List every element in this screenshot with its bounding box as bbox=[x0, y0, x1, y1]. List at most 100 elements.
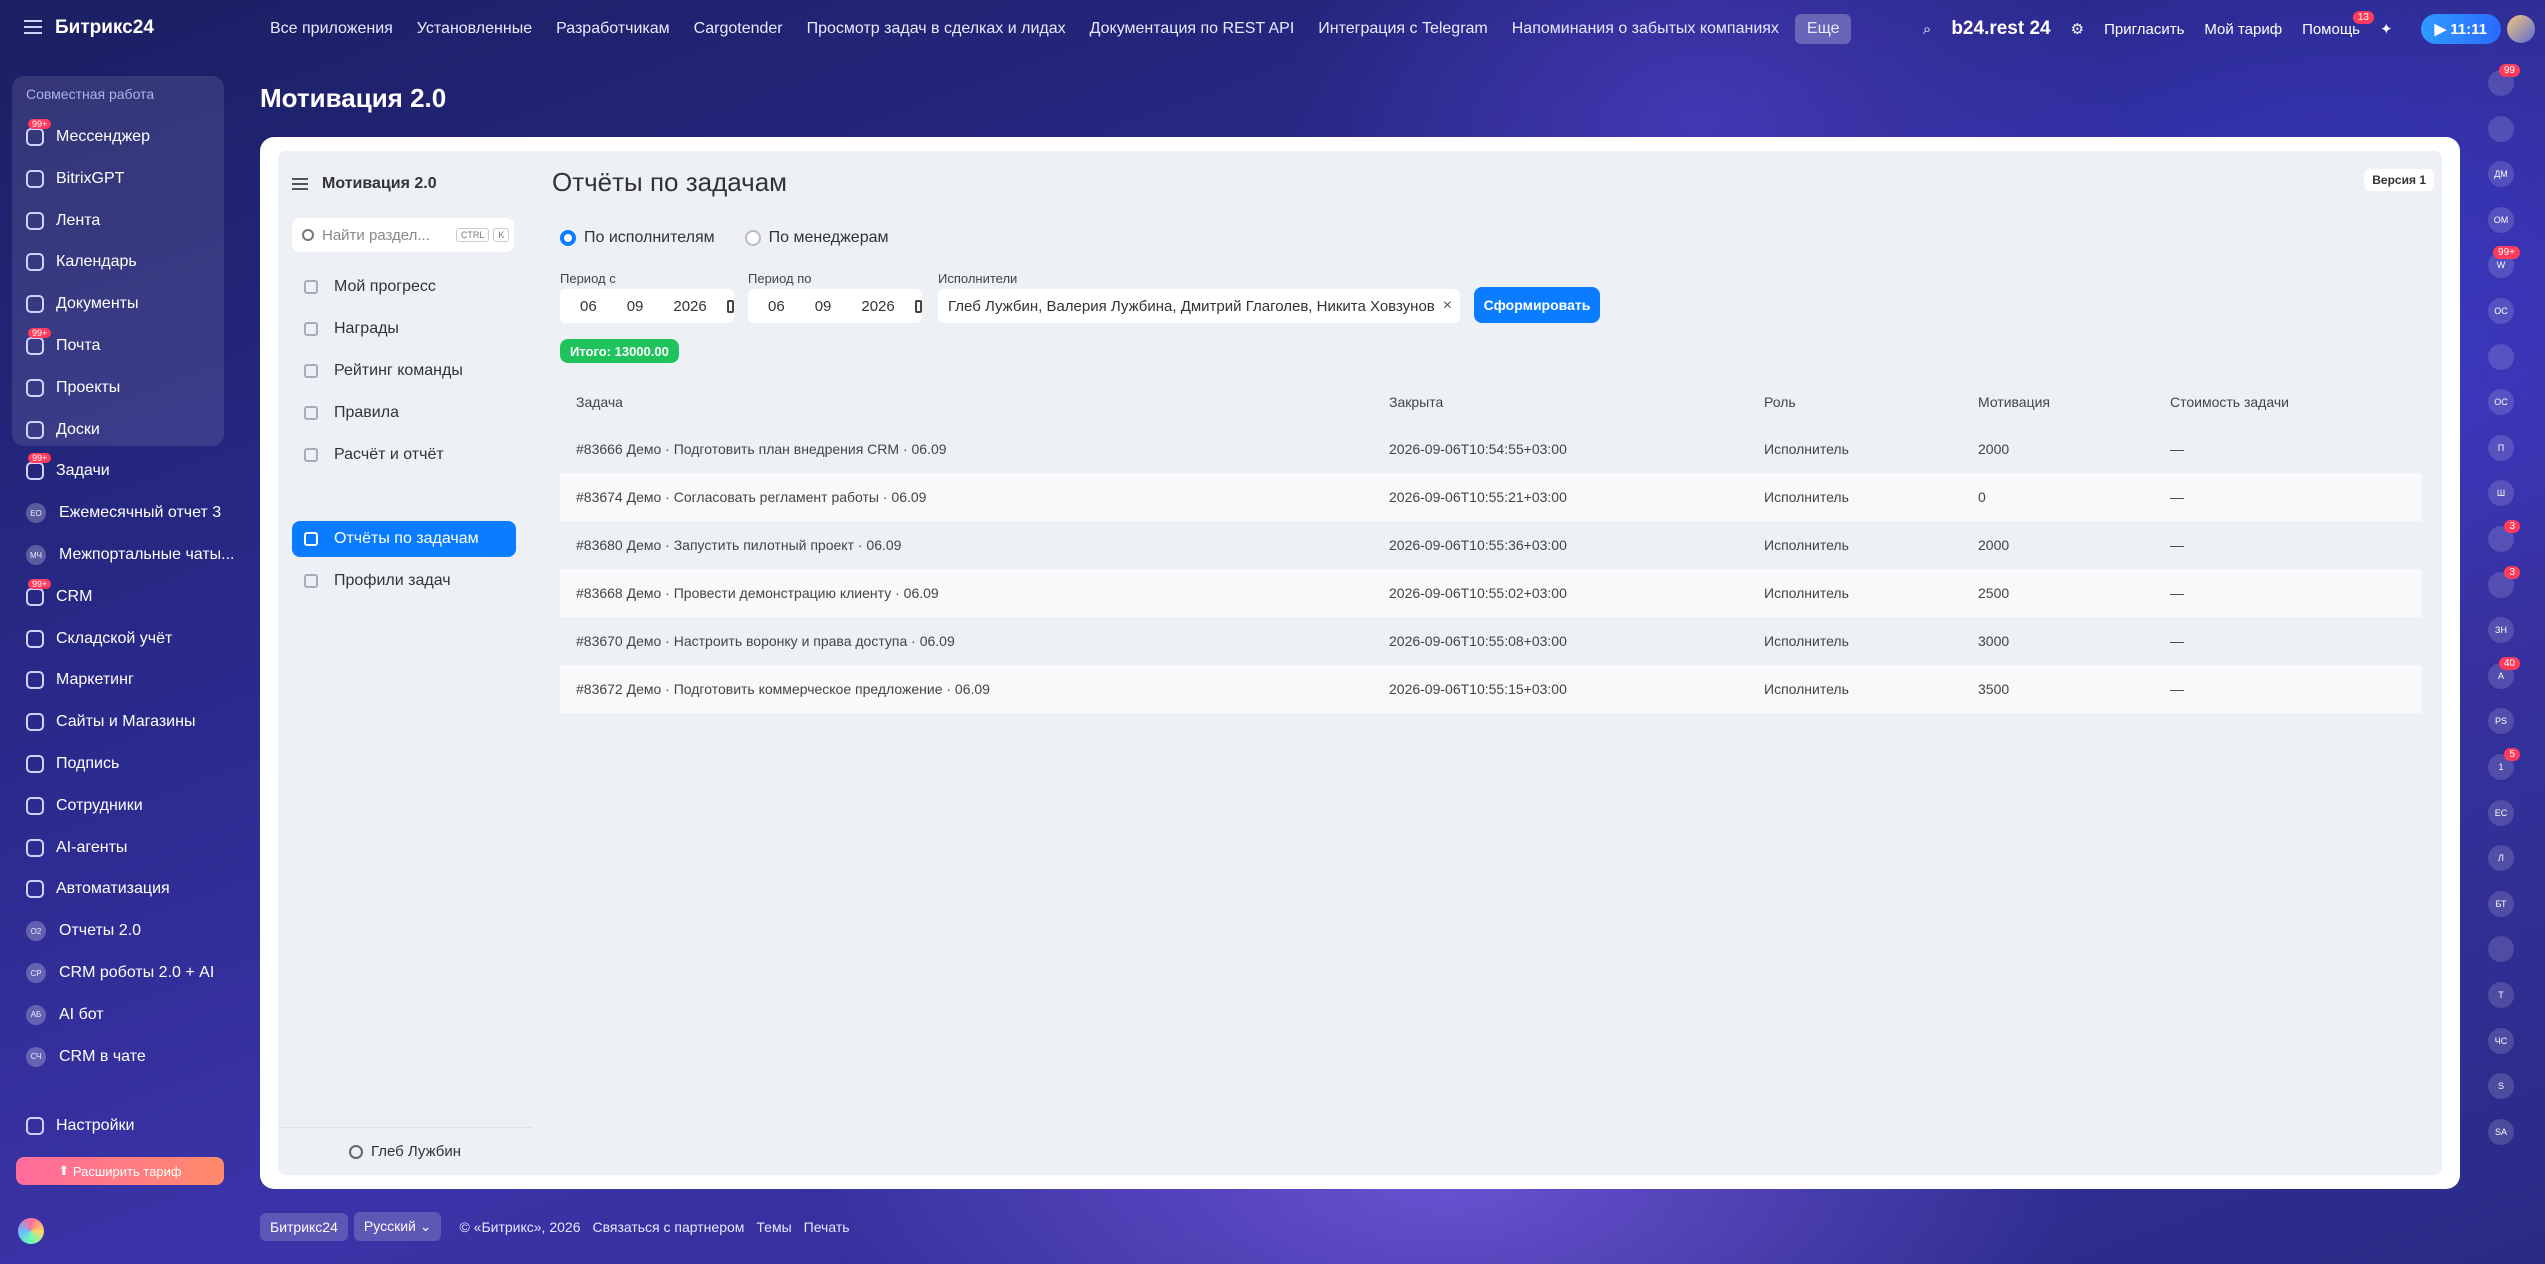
sidebar-item[interactable]: Документы bbox=[26, 290, 138, 318]
rail-avatar[interactable]: PS bbox=[2488, 708, 2514, 735]
generate-button[interactable]: Сформировать bbox=[1474, 287, 1600, 323]
topnav-item[interactable]: Интеграция с Telegram bbox=[1306, 14, 1499, 44]
col-cost[interactable]: Стоимость задачи bbox=[2170, 387, 2289, 417]
print-link[interactable]: Печать bbox=[804, 1219, 850, 1235]
rail-avatar[interactable]: Т bbox=[2488, 982, 2514, 1008]
rail-avatar[interactable]: 3 bbox=[2488, 520, 2520, 552]
task-cell[interactable]: #83674 Демо · Согласовать регламент рабо… bbox=[576, 473, 926, 521]
rail-avatar[interactable]: П bbox=[2488, 434, 2514, 461]
rail-avatar[interactable]: Ш bbox=[2488, 480, 2514, 507]
sidebar-item[interactable]: Складской учёт bbox=[26, 625, 172, 653]
rail-avatar[interactable]: ДМ bbox=[2488, 161, 2514, 188]
topnav-item[interactable]: Установленные bbox=[405, 14, 544, 44]
rail-avatar[interactable] bbox=[2488, 343, 2514, 370]
partner-link[interactable]: Связаться с партнером bbox=[592, 1219, 744, 1235]
footer-brand-button[interactable]: Битрикс24 bbox=[260, 1212, 348, 1241]
rail-avatar[interactable]: 15 bbox=[2488, 748, 2520, 780]
task-cell[interactable]: #83680 Демо · Запустить пилотный проект … bbox=[576, 521, 901, 569]
portal-name[interactable]: b24.rest 24 bbox=[1951, 18, 2050, 40]
sidebar-item[interactable]: Маркетинг bbox=[26, 666, 134, 694]
radio-managers[interactable]: По менеджерам bbox=[744, 229, 888, 247]
search-icon[interactable]: ⌕ bbox=[1923, 21, 1931, 38]
sidebar-item[interactable]: Автоматизация bbox=[26, 875, 170, 903]
sidebar-item[interactable]: 99+ Почта bbox=[26, 328, 100, 360]
rail-avatar[interactable]: ОС bbox=[2488, 298, 2514, 324]
rail-avatar[interactable]: БТ bbox=[2488, 890, 2514, 917]
workday-clock[interactable]: ▶ 11:11 bbox=[2420, 14, 2501, 44]
invite-button[interactable]: Пригласить bbox=[2104, 21, 2184, 38]
topnav-item[interactable]: Просмотр задач в сделках и лидах bbox=[795, 14, 1078, 44]
rail-avatar[interactable] bbox=[2488, 936, 2514, 963]
table-row[interactable]: #83680 Демо · Запустить пилотный проект … bbox=[560, 521, 2422, 569]
user-avatar[interactable] bbox=[2507, 15, 2535, 43]
rail-avatar[interactable] bbox=[2488, 115, 2514, 142]
settings-icon[interactable]: ⚙ bbox=[2071, 20, 2084, 38]
sidebar-item[interactable]: МЧ Межпортальные чаты... bbox=[26, 541, 234, 569]
col-task[interactable]: Задача bbox=[576, 387, 623, 417]
sidebar-item[interactable]: 99+ CRM bbox=[26, 578, 92, 611]
sidebar-item[interactable]: Подпись bbox=[26, 750, 119, 778]
sidebar-item[interactable]: Календарь bbox=[26, 248, 137, 276]
sidebar-item[interactable]: Сайты и Магазины bbox=[26, 708, 195, 736]
col-closed[interactable]: Закрыта bbox=[1389, 387, 1443, 417]
sidebar-item[interactable]: СЧ CRM в чате bbox=[26, 1043, 146, 1071]
clear-icon[interactable]: × bbox=[1443, 297, 1452, 315]
help-button[interactable]: Помощь 13 bbox=[2302, 10, 2374, 38]
sidebar-item[interactable]: ЕО Ежемесячный отчет 3 bbox=[26, 499, 221, 527]
table-row[interactable]: #83672 Демо · Подготовить коммерческое п… bbox=[560, 665, 2422, 713]
rail-avatar[interactable]: ОС bbox=[2488, 389, 2514, 416]
topnav-item[interactable]: Все приложения bbox=[258, 14, 405, 44]
task-cell[interactable]: #83670 Демо · Настроить воронку и права … bbox=[576, 617, 955, 665]
sidebar-item[interactable]: AI-агенты bbox=[26, 834, 127, 862]
rail-avatar[interactable]: Л bbox=[2488, 845, 2514, 872]
language-select[interactable]: Русский ⌄ bbox=[353, 1212, 442, 1241]
sidebar-item-settings[interactable]: Настройки bbox=[26, 1112, 134, 1140]
sidebar-item[interactable]: BitrixGPT bbox=[26, 165, 124, 193]
rail-avatar[interactable]: ОМ bbox=[2488, 206, 2514, 233]
rail-avatar[interactable]: SA bbox=[2488, 1118, 2514, 1145]
sidebar-item[interactable]: 99+ Задачи bbox=[26, 453, 110, 485]
topnav-item[interactable]: Cargotender bbox=[682, 14, 795, 44]
section-search-input[interactable]: Найти раздел... CTRL K bbox=[292, 218, 514, 252]
app-nav-item[interactable]: Мой прогресс bbox=[292, 269, 516, 305]
menu-icon[interactable] bbox=[24, 20, 42, 34]
rail-avatar[interactable]: ЗН bbox=[2488, 617, 2514, 644]
sidebar-item[interactable]: Доски bbox=[26, 416, 100, 444]
task-cell[interactable]: #83666 Демо · Подготовить план внедрения… bbox=[576, 425, 947, 473]
rail-avatar[interactable]: 3 bbox=[2488, 565, 2520, 598]
topnav-item[interactable]: Напоминания о забытых компаниях bbox=[1500, 14, 1791, 44]
rail-avatar[interactable]: А 40 bbox=[2488, 656, 2520, 689]
app-nav-item[interactable]: Награды bbox=[292, 311, 516, 347]
calendar-icon[interactable] bbox=[726, 299, 734, 313]
sidebar-item[interactable]: Сотрудники bbox=[26, 792, 143, 820]
app-nav-item[interactable]: Отчёты по задачам bbox=[292, 521, 516, 557]
table-row[interactable]: #83668 Демо · Провести демонстрацию клие… bbox=[560, 569, 2422, 617]
task-cell[interactable]: #83668 Демо · Провести демонстрацию клие… bbox=[576, 569, 939, 617]
app-nav-item[interactable]: Расчёт и отчёт bbox=[292, 437, 516, 473]
app-nav-item[interactable]: Рейтинг команды bbox=[292, 353, 516, 389]
sidebar-item[interactable]: Проекты bbox=[26, 374, 120, 402]
rail-avatar[interactable]: ЧС bbox=[2488, 1027, 2514, 1054]
topnav-item[interactable]: Документация по REST API bbox=[1078, 14, 1307, 44]
topnav-item[interactable]: Разработчикам bbox=[544, 14, 682, 44]
col-role[interactable]: Роль bbox=[1764, 387, 1796, 417]
more-menu-button[interactable]: Еще bbox=[1794, 14, 1852, 44]
rail-avatar[interactable]: ЕС bbox=[2488, 799, 2514, 826]
table-row[interactable]: #83674 Демо · Согласовать регламент рабо… bbox=[560, 473, 2422, 521]
rail-avatar[interactable]: 99 bbox=[2488, 64, 2520, 96]
copilot-icon[interactable]: ✦ bbox=[2380, 20, 2393, 38]
tariff-button[interactable]: Мой тариф bbox=[2204, 21, 2282, 38]
performers-input[interactable]: Глеб Лужбин, Валерия Лужбина, Дмитрий Гл… bbox=[938, 289, 1460, 323]
logo[interactable]: Битрикс24 bbox=[55, 17, 154, 39]
sidebar-item[interactable]: АБ AI бот bbox=[26, 1001, 104, 1029]
rail-avatar[interactable]: S bbox=[2488, 1073, 2514, 1100]
sidebar-item[interactable]: Лента bbox=[26, 207, 100, 235]
task-cell[interactable]: #83672 Демо · Подготовить коммерческое п… bbox=[576, 665, 990, 713]
sidebar-group-header[interactable]: Совместная работа bbox=[26, 86, 154, 102]
upgrade-button[interactable]: ⬆ Расширить тариф bbox=[16, 1157, 224, 1185]
col-motivation[interactable]: Мотивация bbox=[1978, 387, 2050, 417]
sidebar-item[interactable]: СР CRM роботы 2.0 + AI bbox=[26, 959, 214, 987]
bitrix-bot-icon[interactable] bbox=[18, 1218, 44, 1244]
table-row[interactable]: #83666 Демо · Подготовить план внедрения… bbox=[560, 425, 2422, 473]
app-nav-item[interactable]: Профили задач bbox=[292, 563, 516, 599]
